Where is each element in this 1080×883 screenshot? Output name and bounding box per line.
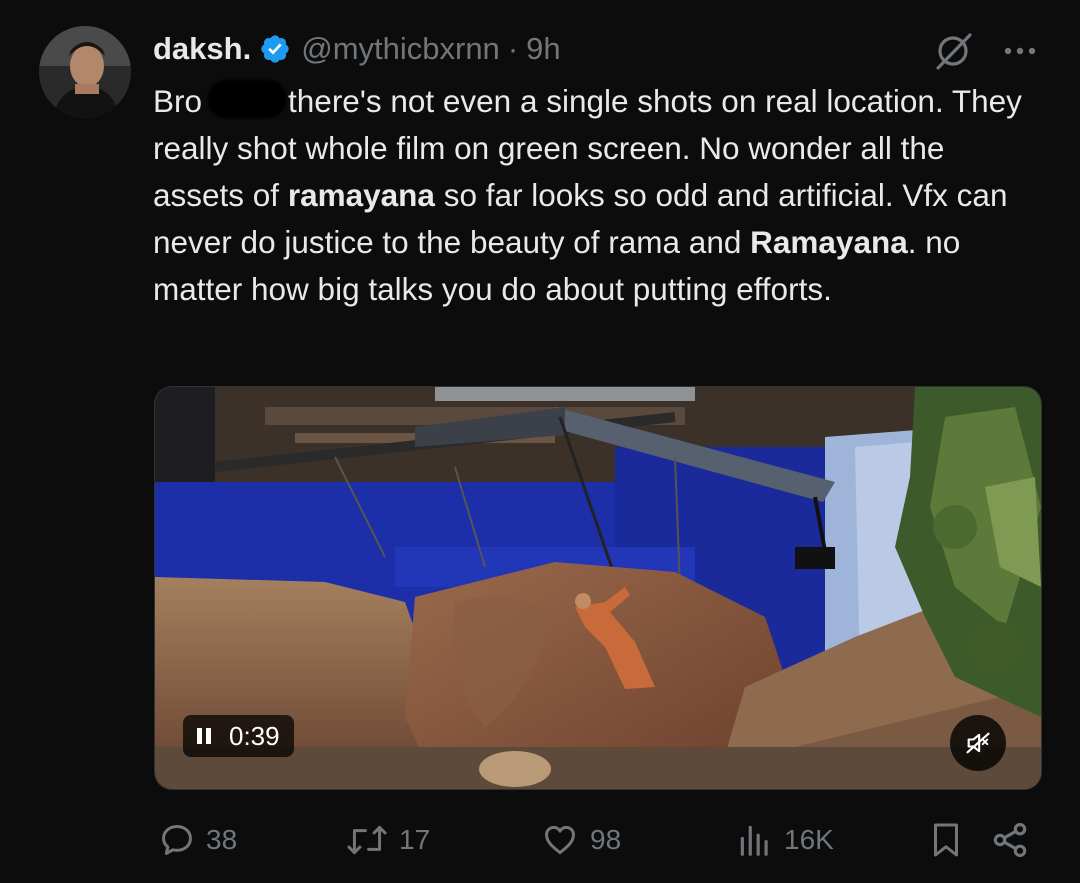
views-icon <box>740 825 768 856</box>
grok-icon[interactable] <box>932 30 974 72</box>
hashtag-ramayana: ramayana <box>287 177 435 213</box>
author-name[interactable]: daksh. <box>153 31 251 67</box>
like-button[interactable]: 98 <box>540 812 621 868</box>
tweet-header: daksh. @mythicbxrnn · 9h <box>153 26 561 72</box>
redacted-mark <box>208 80 287 118</box>
author-handle[interactable]: @mythicbxrnn <box>301 31 500 67</box>
tweet-time[interactable]: 9h <box>526 31 560 67</box>
repost-count: 17 <box>399 824 431 855</box>
views-count: 16K <box>784 824 834 855</box>
video-player[interactable]: 0:39 <box>154 386 1042 790</box>
video-timestamp: 0:39 <box>229 720 280 751</box>
video-timer[interactable]: 0:39 <box>183 715 294 757</box>
tweet-text-segment: Bro <box>153 83 203 119</box>
avatar[interactable] <box>39 26 131 118</box>
verified-badge-icon <box>261 35 289 63</box>
tweet-text: Bro there's not even a single shots on re… <box>153 78 1043 313</box>
reply-count: 38 <box>206 824 238 855</box>
reply-button[interactable]: 38 <box>158 812 237 868</box>
action-bar: 38 17 98 16K <box>0 812 1080 868</box>
like-count: 98 <box>590 824 622 855</box>
pause-icon[interactable] <box>197 728 211 744</box>
header-separator: · <box>507 31 519 66</box>
hashtag-ramayana-2: Ramayana <box>750 224 908 260</box>
bookmark-button[interactable] <box>928 812 964 868</box>
repost-button[interactable]: 17 <box>345 812 430 868</box>
mute-icon <box>966 732 990 754</box>
tweet: daksh. @mythicbxrnn · 9h Bro there's not … <box>0 0 1080 883</box>
bookmark-icon <box>934 823 958 857</box>
mute-button[interactable] <box>950 715 1006 771</box>
repost-icon <box>347 825 387 855</box>
share-icon <box>993 822 1027 858</box>
like-icon <box>545 825 575 855</box>
views-button[interactable]: 16K <box>736 812 834 868</box>
share-button[interactable] <box>990 812 1030 868</box>
more-icon[interactable] <box>1000 33 1040 69</box>
reply-icon <box>162 825 192 855</box>
